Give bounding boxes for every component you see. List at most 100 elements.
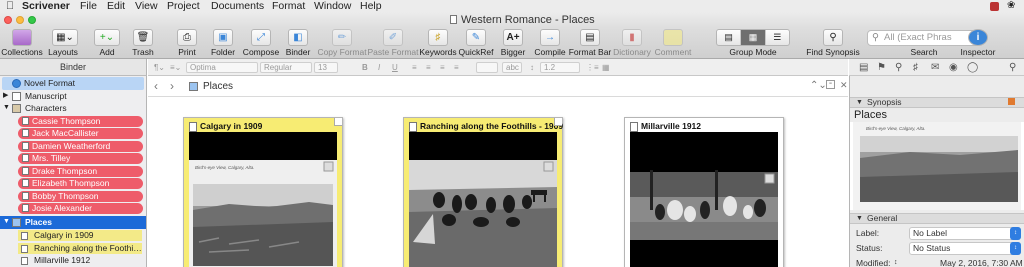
menu-file[interactable]: File	[80, 0, 97, 12]
corkboard-mode-icon[interactable]: ▦	[741, 30, 766, 45]
up-down-arrows-icon[interactable]: ⌃⌄	[810, 80, 827, 91]
menu-format[interactable]: Format	[272, 0, 305, 12]
font-style-select[interactable]: Regular	[260, 62, 312, 73]
card-title[interactable]: Ranching along the Foothills - 1909	[420, 121, 563, 131]
index-card[interactable]: Calgary in 1909 Bird's-eye View, Calgary…	[183, 117, 343, 267]
notes-tab-icon[interactable]: ▤	[859, 62, 868, 73]
status-select[interactable]: No Status ↕	[909, 242, 1021, 255]
lock-icon[interactable]: ⚲	[1009, 62, 1016, 73]
italic-button[interactable]: I	[378, 62, 380, 73]
align-justify-icon[interactable]: ≡	[454, 62, 459, 73]
align-right-icon[interactable]: ≡	[440, 62, 445, 73]
forward-button[interactable]: ›	[170, 79, 174, 93]
underline-button[interactable]: U	[392, 62, 398, 73]
binder-item-character[interactable]: Cassie Thompson	[0, 115, 146, 128]
find-synopsis-button[interactable]: ⚲ Find Synopsis	[806, 28, 860, 59]
binder-item-characters[interactable]: ▼ Characters	[0, 102, 146, 115]
align-left-icon[interactable]: ≡	[412, 62, 417, 73]
menu-window[interactable]: Window	[314, 0, 351, 12]
binder-item-place[interactable]: Ranching along the Foothills - 1909	[0, 242, 146, 255]
disclosure-down-icon[interactable]: ▼	[856, 214, 863, 223]
format-bar-button[interactable]: ▤ Format Bar	[569, 28, 611, 59]
menu-help[interactable]: Help	[360, 0, 382, 12]
binder-item-character[interactable]: Mrs. Tilley	[0, 152, 146, 165]
index-card[interactable]: Ranching along the Foothills - 1909	[403, 117, 563, 267]
synopsis-image[interactable]: Bird's-eye View, Calgary, Alta.	[850, 122, 1024, 210]
card-title[interactable]: Calgary in 1909	[200, 121, 262, 131]
label-select[interactable]: No Label ↕	[909, 227, 1021, 240]
card-title[interactable]: Millarville 1912	[641, 121, 701, 131]
bold-button[interactable]: B	[362, 62, 368, 73]
style-menu-icon[interactable]: ≡⌄	[170, 62, 181, 73]
modified-toggle-icon[interactable]: ↕	[894, 257, 898, 267]
binder-item-place[interactable]: Calgary in 1909	[0, 229, 146, 242]
compile-button[interactable]: → Compile	[533, 28, 567, 59]
binder-item-character[interactable]: Damien Weatherford	[0, 140, 146, 153]
font-family-select[interactable]: Optima	[186, 62, 258, 73]
font-size-select[interactable]: 13	[314, 62, 338, 73]
dictionary-button[interactable]: ▮ Dictionary	[612, 28, 652, 59]
zoom-button[interactable]	[28, 16, 36, 24]
line-spacing-select[interactable]: 1.2	[540, 62, 580, 73]
index-card[interactable]: Millarville 1912	[624, 117, 784, 267]
trash-button[interactable]: 🗑 Trash	[130, 28, 156, 59]
metadata-tab-icon[interactable]: ⚲	[895, 62, 902, 73]
disclosure-down-icon[interactable]: ▼	[3, 102, 10, 115]
synopsis-title[interactable]: Places	[854, 109, 887, 121]
add-button[interactable]: +⌄ Add	[90, 28, 122, 59]
menu-project[interactable]: Project	[167, 0, 200, 12]
synopsis-section-header[interactable]: ▼ Synopsis	[850, 97, 1024, 108]
apple-icon[interactable]: 	[6, 0, 14, 12]
status-app-icon[interactable]	[990, 2, 999, 11]
align-center-icon[interactable]: ≡	[426, 62, 431, 73]
binder-item-character[interactable]: Bobby Thompson	[0, 190, 146, 203]
disclosure-down-icon[interactable]: ▼	[3, 216, 10, 229]
outline-mode-icon[interactable]: ☰	[766, 30, 789, 45]
inspector-button[interactable]: i Inspector	[958, 28, 998, 59]
binder-item-character[interactable]: Jack MacCallister	[0, 127, 146, 140]
binder-button[interactable]: ◧ Binder	[285, 28, 311, 59]
menu-documents[interactable]: Documents	[211, 0, 264, 12]
layouts-button[interactable]: ▦⌄ Layouts	[44, 28, 82, 59]
line-spacing-icon[interactable]: ↕	[530, 62, 534, 73]
synopsis-image-toggle-icon[interactable]	[1008, 98, 1015, 105]
menu-view[interactable]: View	[135, 0, 158, 12]
binder-item-manuscript[interactable]: ▶ Manuscript	[0, 90, 146, 103]
folder-button[interactable]: ▣ Folder	[210, 28, 236, 59]
binder-item-places[interactable]: ▼ Places	[0, 216, 146, 229]
compose-button[interactable]: ⤢ Compose	[243, 28, 279, 59]
comment-button[interactable]: Comment	[654, 28, 692, 59]
quickref-button[interactable]: ✎ QuickRef	[458, 28, 494, 59]
scrivenings-mode-icon[interactable]: ▤	[717, 30, 742, 45]
minimize-button[interactable]	[16, 16, 24, 24]
highlight-color-select[interactable]: abc	[502, 62, 522, 73]
text-color-select[interactable]	[476, 62, 498, 73]
print-button[interactable]: ⎙ Print	[174, 28, 200, 59]
keywords-tab-icon[interactable]: ♯	[913, 62, 918, 73]
binder-item-place[interactable]: Millarville 1912	[0, 254, 146, 267]
paste-format-button[interactable]: ✐ Paste Format	[367, 28, 419, 59]
keywords-button[interactable]: ♯ Keywords	[419, 28, 457, 59]
binder-item-novel-format[interactable]: Novel Format	[2, 77, 144, 90]
paragraph-style-icon[interactable]: ¶⌄	[154, 62, 165, 73]
binder-item-character[interactable]: Josie Alexander	[0, 202, 146, 215]
table-icon[interactable]: ▦	[602, 62, 610, 73]
editor-path-title[interactable]: Places	[203, 81, 233, 92]
list-icon[interactable]: ⋮≡	[586, 62, 599, 73]
disclosure-down-icon[interactable]: ▼	[856, 98, 863, 107]
menu-edit[interactable]: Edit	[107, 0, 125, 12]
general-section-header[interactable]: ▼ General	[850, 213, 1024, 224]
close-button[interactable]	[4, 16, 12, 24]
bookmarks-tab-icon[interactable]: ⚑	[877, 62, 886, 73]
comments-tab-icon[interactable]: ✉	[931, 62, 939, 73]
back-button[interactable]: ‹	[154, 79, 158, 93]
collections-button[interactable]: Collections	[0, 28, 44, 59]
split-editor-icon[interactable]: -	[826, 79, 835, 89]
close-editor-icon[interactable]: ✕	[840, 80, 848, 91]
menu-app[interactable]: Scrivener	[22, 0, 70, 12]
binder-item-character[interactable]: Drake Thompson	[0, 165, 146, 178]
snapshots-tab-icon[interactable]: ◉	[949, 62, 958, 73]
bigger-button[interactable]: A+ Bigger	[498, 28, 528, 59]
copy-format-button[interactable]: ✏ Copy Format	[317, 28, 367, 59]
disclosure-right-icon[interactable]: ▶	[3, 90, 8, 103]
